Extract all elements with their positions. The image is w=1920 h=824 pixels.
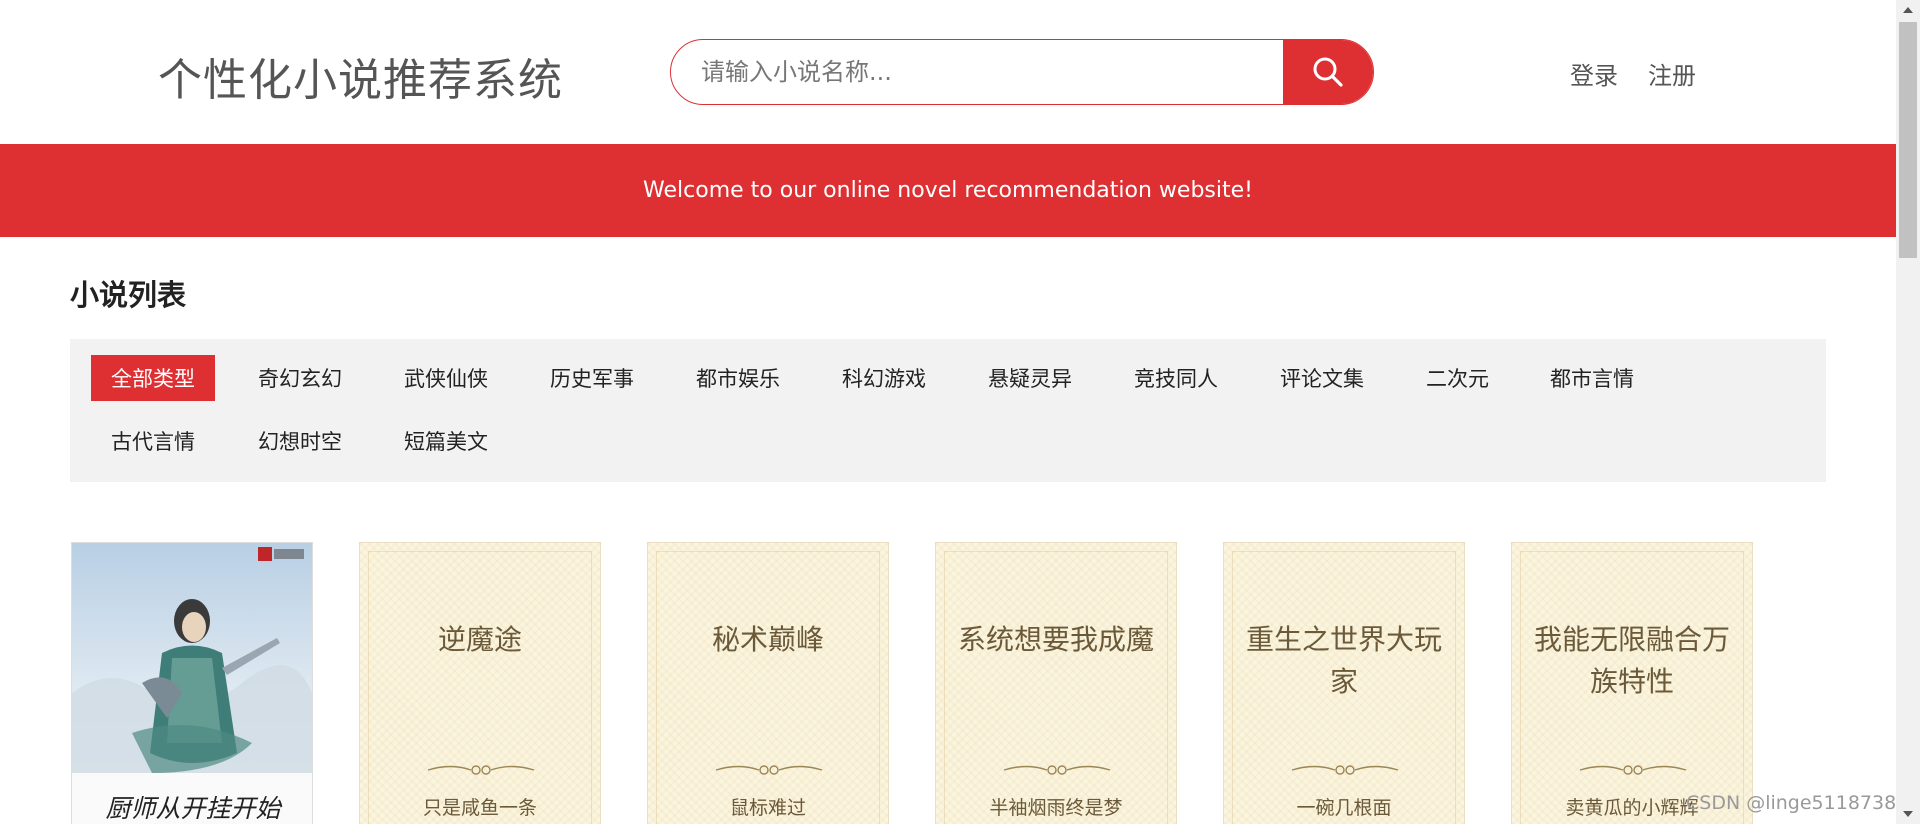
novel-author: 半袖烟雨终是梦	[989, 797, 1123, 819]
cover-title-text: 厨师从开挂开始	[105, 794, 281, 823]
header: 个性化小说推荐系统 登录 注册	[0, 0, 1896, 144]
novel-title: 我能无限融合万族特性	[1533, 623, 1730, 698]
category-fantasy[interactable]: 奇幻玄幻	[238, 355, 362, 401]
page: 个性化小说推荐系统 登录 注册 Welcome to our online no…	[0, 0, 1920, 824]
scroll-down-arrow-icon[interactable]	[1896, 804, 1920, 824]
novel-author: 只是咸鱼一条	[422, 797, 537, 819]
scroll-thumb[interactable]	[1899, 22, 1917, 258]
novel-title: 逆魔途	[437, 623, 522, 656]
category-history[interactable]: 历史军事	[530, 355, 654, 401]
scroll-up-arrow-icon[interactable]	[1896, 0, 1920, 20]
search-input[interactable]	[671, 40, 1285, 104]
category-ancient-romance[interactable]: 古代言情	[91, 418, 215, 464]
novel-cover[interactable]: 系统想要我成魔 半袖烟雨终是梦	[935, 542, 1177, 824]
novel-title: 系统想要我成魔	[957, 623, 1154, 656]
novel-card[interactable]: 我能无限融合万族特性 卖黄瓜的小辉辉	[1511, 542, 1753, 824]
ornament-icon	[1291, 765, 1399, 775]
category-mystery[interactable]: 悬疑灵异	[968, 355, 1092, 401]
search-button[interactable]	[1283, 40, 1373, 104]
novel-title: 秘术巅峰	[711, 623, 824, 656]
banner-text: Welcome to our online novel recommendati…	[643, 178, 1253, 203]
category-scifi[interactable]: 科幻游戏	[822, 355, 946, 401]
watermark: CSDN @linge511873822	[1686, 792, 1920, 814]
login-link[interactable]: 登录	[1570, 56, 1618, 91]
ornament-icon	[1579, 765, 1687, 775]
novel-cover[interactable]: 逆魔途 只是咸鱼一条	[359, 542, 601, 824]
novel-card[interactable]: 重生之世界大玩家 一碗几根面	[1223, 542, 1465, 824]
search-bar	[670, 39, 1374, 105]
novel-card[interactable]: 厨师从开挂开始	[71, 542, 313, 824]
novel-cover[interactable]: 重生之世界大玩家 一碗几根面	[1223, 542, 1465, 824]
ornament-icon	[1003, 765, 1111, 775]
ornament-icon	[715, 765, 823, 775]
category-acg[interactable]: 二次元	[1406, 355, 1509, 401]
category-urban[interactable]: 都市娱乐	[676, 355, 800, 401]
novel-cover[interactable]: 秘术巅峰 鼠标难过	[647, 542, 889, 824]
category-urban-romance[interactable]: 都市言情	[1530, 355, 1654, 401]
search-icon	[1313, 57, 1343, 87]
novel-cover-image[interactable]: 厨师从开挂开始	[71, 542, 313, 824]
category-fantasy-time[interactable]: 幻想时空	[238, 418, 362, 464]
novel-title: 重生之世界大玩家	[1245, 623, 1442, 698]
cover-art	[72, 543, 312, 824]
novel-card[interactable]: 逆魔途 只是咸鱼一条	[359, 542, 601, 824]
novel-author: 一碗几根面	[1296, 797, 1392, 819]
novel-card[interactable]: 秘术巅峰 鼠标难过	[647, 542, 889, 824]
category-all[interactable]: 全部类型	[91, 355, 215, 401]
category-short-essays[interactable]: 短篇美文	[384, 418, 508, 464]
category-essays[interactable]: 评论文集	[1260, 355, 1384, 401]
scrollbar[interactable]	[1896, 0, 1920, 824]
novel-author: 鼠标难过	[729, 797, 806, 819]
category-wuxia[interactable]: 武侠仙侠	[384, 355, 508, 401]
site-title[interactable]: 个性化小说推荐系统	[158, 44, 563, 108]
section-title: 小说列表	[70, 278, 187, 312]
register-link[interactable]: 注册	[1648, 56, 1696, 91]
welcome-banner: Welcome to our online novel recommendati…	[0, 144, 1896, 237]
category-filter: 全部类型 奇幻玄幻 武侠仙侠 历史军事 都市娱乐 科幻游戏 悬疑灵异 竞技同人 …	[70, 339, 1826, 482]
novel-cover[interactable]: 我能无限融合万族特性 卖黄瓜的小辉辉	[1511, 542, 1753, 824]
ornament-icon	[427, 765, 535, 775]
novel-card[interactable]: 系统想要我成魔 半袖烟雨终是梦	[935, 542, 1177, 824]
category-sports[interactable]: 竞技同人	[1114, 355, 1238, 401]
